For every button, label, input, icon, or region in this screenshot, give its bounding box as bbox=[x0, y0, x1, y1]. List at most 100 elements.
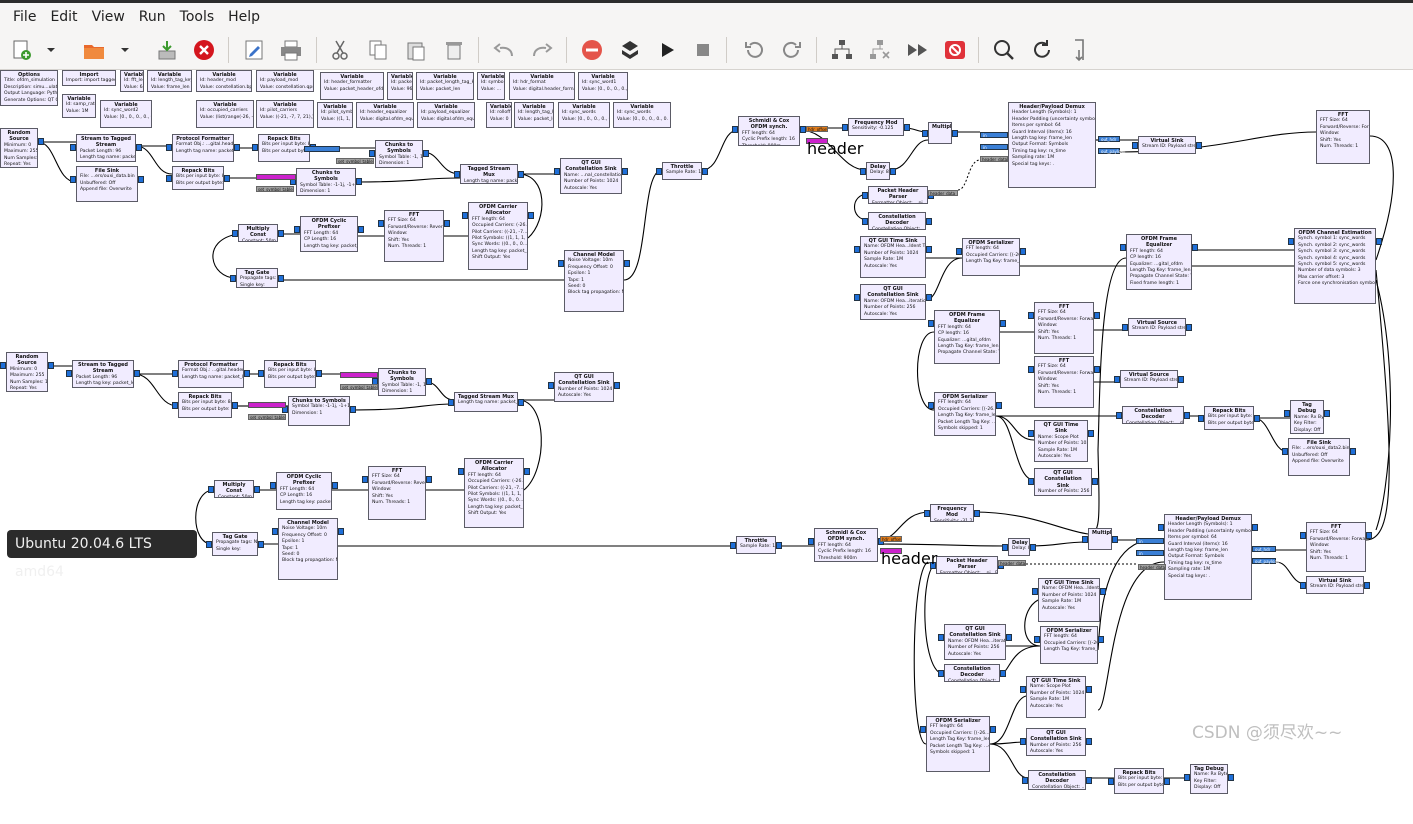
connection-tag[interactable]: in bbox=[1136, 538, 1164, 544]
input-port[interactable] bbox=[230, 275, 236, 282]
output-port[interactable] bbox=[1366, 532, 1372, 539]
block-import[interactable]: ImportImport: import tagged_stream bbox=[62, 70, 116, 86]
input-port[interactable] bbox=[862, 218, 868, 225]
rotate-cw-icon[interactable] bbox=[778, 36, 806, 64]
menu-file[interactable]: File bbox=[6, 9, 43, 25]
block-constdec1[interactable]: Constellation Decoder Constellation Objec… bbox=[868, 212, 926, 230]
block-var_sync_word1[interactable]: Variable Id: sync_word1 Value: [0., 0., 0.… bbox=[578, 72, 628, 100]
output-port[interactable] bbox=[1228, 774, 1234, 781]
block-c2s3[interactable]: Chunks to Symbols Symbol Table: -1, 1 Dime… bbox=[378, 368, 426, 396]
output-port[interactable] bbox=[134, 370, 140, 377]
output-port[interactable] bbox=[1112, 536, 1118, 543]
input-port[interactable] bbox=[362, 476, 368, 483]
run-icon[interactable] bbox=[653, 36, 681, 64]
menu-help[interactable]: Help bbox=[221, 9, 267, 25]
block-hpd2[interactable]: Header/Payload Demux Header Length (Symbo… bbox=[1164, 514, 1252, 600]
input-port[interactable] bbox=[70, 144, 76, 151]
flowgraph-canvas[interactable]: Options Title: ofdm_simulation Description… bbox=[0, 70, 1413, 824]
output-port[interactable] bbox=[1184, 412, 1190, 419]
input-port[interactable] bbox=[938, 670, 944, 677]
connection-tag[interactable]: hdr_offset bbox=[806, 126, 828, 132]
block-qtconst1[interactable]: QT GUI Constellation Sink Name: ...nal_co… bbox=[560, 158, 622, 194]
output-port[interactable] bbox=[332, 482, 338, 489]
connection-tag[interactable]: header_data bbox=[980, 156, 1008, 162]
connection-tag[interactable]: header bbox=[806, 138, 863, 158]
connection-tag[interactable]: header_data bbox=[1138, 564, 1166, 570]
input-port[interactable] bbox=[1108, 778, 1114, 785]
block-tsmux2[interactable]: Tagged Stream Mux Length tag name: packet… bbox=[454, 392, 518, 412]
block-packethp1[interactable]: Packet Header Parser Formatter Object: ..… bbox=[868, 186, 928, 204]
block-cycpref2[interactable]: OFDM Cyclic Prefixer FFT Length: 64 CP Len… bbox=[276, 472, 332, 510]
delete-icon[interactable] bbox=[440, 36, 468, 64]
input-port[interactable] bbox=[1132, 142, 1138, 149]
output-port[interactable] bbox=[1000, 670, 1006, 677]
input-port[interactable] bbox=[842, 124, 848, 131]
block-taggate2[interactable]: Tag Gate Propagate tags: No Single key: bbox=[212, 532, 258, 556]
output-port[interactable] bbox=[316, 370, 322, 377]
block-delay1[interactable]: Delay Delay: 80 bbox=[866, 162, 890, 180]
block-tagdbg2[interactable]: Tag Debug Name: Rx Bytes Key Filter: Displ… bbox=[1190, 764, 1228, 794]
block-qttime4[interactable]: QT GUI Time Sink Name: Scope Plot Number o… bbox=[1026, 676, 1086, 718]
block-repack4[interactable]: Repack Bits Bits per input byte: 8 Bits pe… bbox=[264, 360, 316, 388]
block-var_packet_len[interactable]: VariableId: packet_lenValue: 96 bbox=[387, 72, 413, 100]
reload-icon[interactable] bbox=[1028, 36, 1056, 64]
block-fft1[interactable]: FFTFFT Size: 64Forward/Reverse: ForwardW… bbox=[1316, 110, 1370, 164]
block-var_header_formatter[interactable]: Variable Id: header_formatter Value: packe… bbox=[320, 72, 384, 100]
output-port[interactable] bbox=[358, 226, 364, 233]
block-filesink2[interactable]: File Sink File: ...ers/ouxi_data2.bin Unbu… bbox=[1288, 438, 1350, 476]
input-port[interactable] bbox=[1284, 410, 1290, 417]
output-port[interactable] bbox=[254, 486, 260, 493]
block-var_sync_word2b[interactable]: Variable Id: sync_words Value: [0., 0., 0.… bbox=[558, 102, 610, 128]
dropdown-icon[interactable] bbox=[116, 36, 134, 64]
connection-tag[interactable] bbox=[256, 174, 296, 180]
output-port[interactable] bbox=[974, 510, 980, 517]
block-var_header_mod[interactable]: Variable Id: header_mod Value: constellati… bbox=[196, 70, 252, 92]
output-port[interactable] bbox=[1030, 544, 1036, 551]
input-port[interactable] bbox=[956, 248, 962, 255]
output-port[interactable] bbox=[1094, 366, 1100, 373]
block-throttle1[interactable]: ThrottleSample Rate: 10k bbox=[662, 162, 702, 180]
block-qttime3[interactable]: QT GUI Time SinkName: OFDM Hea...Ident T… bbox=[1038, 578, 1100, 622]
input-port[interactable] bbox=[270, 482, 276, 489]
input-port[interactable] bbox=[1300, 532, 1306, 539]
input-port[interactable] bbox=[554, 168, 560, 175]
block-chmodel2[interactable]: Channel Model Noise Voltage: 10m Frequency… bbox=[278, 518, 338, 580]
block-qtconst4[interactable]: QT GUI Constellation Sink Number of Point… bbox=[554, 372, 614, 402]
block-fft5[interactable]: FFT FFT Size: 64 Forward/Reverse: Reverse W… bbox=[368, 466, 426, 520]
output-port[interactable] bbox=[338, 528, 344, 535]
output-port[interactable] bbox=[1192, 244, 1198, 251]
input-port[interactable] bbox=[928, 402, 934, 409]
block-rs1[interactable]: Random Source Minimum: 0 Maximum: 255 Num S… bbox=[0, 128, 38, 168]
output-port[interactable] bbox=[1020, 248, 1026, 255]
input-port[interactable] bbox=[66, 370, 72, 377]
input-port[interactable] bbox=[272, 528, 278, 535]
input-port[interactable] bbox=[860, 168, 866, 175]
hier-icon[interactable] bbox=[828, 36, 856, 64]
block-constdec4[interactable]: Constellation Decoder Constellation Objec… bbox=[1028, 770, 1086, 790]
block-ofdmser3[interactable]: OFDM Serializer FFT length: 64 Occupied Ca… bbox=[1040, 626, 1098, 664]
connection-tag[interactable]: out_hdr bbox=[1252, 546, 1276, 552]
block-qttime1[interactable]: QT GUI Time Sink Name: OFDM Hea...Ident T… bbox=[860, 236, 926, 278]
block-qtconst6[interactable]: QT GUI Constellation Sink Number of Point… bbox=[1026, 728, 1086, 756]
menu-view[interactable]: View bbox=[85, 9, 132, 25]
block-ofdmser2[interactable]: OFDM Serializer FFT length: 64 Occupied Ca… bbox=[934, 392, 996, 436]
output-port[interactable] bbox=[232, 402, 238, 409]
block-var_payload_equalizer[interactable]: Variable Id: payload_equalizer Value: digi… bbox=[417, 102, 475, 128]
output-port[interactable] bbox=[356, 178, 362, 185]
menu-edit[interactable]: Edit bbox=[43, 9, 84, 25]
block-constdec2[interactable]: Constellation Decoder Constellation Objec… bbox=[1122, 406, 1184, 424]
block-repack5[interactable]: Repack Bits Bits per input byte: 8 Bits pe… bbox=[178, 392, 232, 418]
output-port[interactable] bbox=[1196, 142, 1202, 149]
input-port[interactable] bbox=[558, 260, 564, 267]
forward-icon[interactable] bbox=[904, 36, 932, 64]
block-fft6[interactable]: FFT FFT Size: 64 Forward/Reverse: Forward W… bbox=[1306, 522, 1366, 572]
copy-icon[interactable] bbox=[364, 36, 392, 64]
input-port[interactable] bbox=[1020, 686, 1026, 693]
input-port[interactable] bbox=[1002, 544, 1008, 551]
output-port[interactable] bbox=[1094, 312, 1100, 319]
block-ofdmser4[interactable]: OFDM Serializer FFT length: 64 Occupied Ca… bbox=[926, 716, 990, 772]
input-port[interactable] bbox=[378, 220, 384, 227]
block-mulconst1[interactable]: Multiply Const Constant: 50m bbox=[238, 224, 278, 242]
input-port[interactable] bbox=[938, 634, 944, 641]
output-port[interactable] bbox=[423, 150, 429, 157]
